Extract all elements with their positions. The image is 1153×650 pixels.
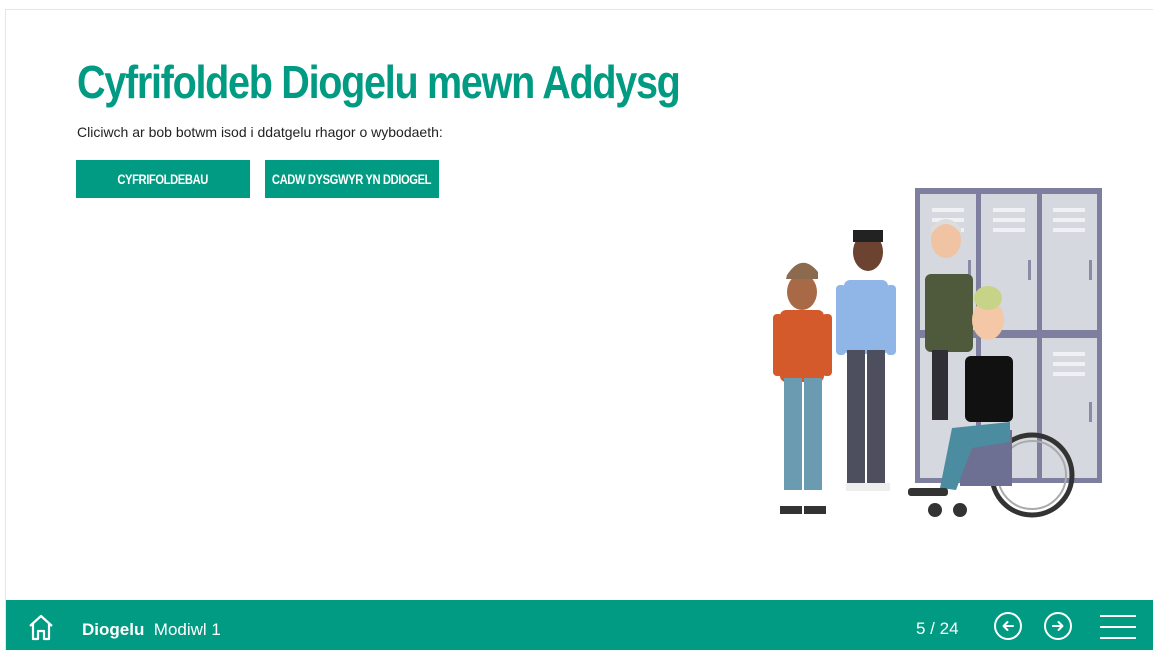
- person-orange-shirt: [773, 262, 832, 514]
- next-page-button[interactable]: [1044, 612, 1072, 640]
- previous-page-button[interactable]: [994, 612, 1022, 640]
- next-arrow-icon: [1052, 621, 1064, 631]
- keep-learners-safe-button-label: CADW DYSGWYR YN DDIOGEL: [272, 171, 432, 187]
- intro-text: Cliciwch ar bob botwm isod i ddatgelu rh…: [77, 124, 443, 140]
- page-indicator: 5 / 24: [916, 619, 959, 638]
- course-name: Diogelu Modiwl 1: [82, 620, 221, 640]
- keep-learners-safe-button[interactable]: CADW DYSGWYR YN DDIOGEL: [265, 160, 439, 198]
- footer-bar: Diogelu Modiwl 1 5 / 24: [6, 600, 1153, 650]
- menu-line: [1100, 637, 1136, 639]
- menu-icon[interactable]: [1100, 615, 1136, 639]
- prev-arrow-icon: [1002, 621, 1014, 631]
- menu-line: [1100, 615, 1136, 617]
- course-title: Diogelu: [82, 620, 145, 639]
- menu-line: [1100, 626, 1136, 628]
- person-blue-shirt: [836, 230, 896, 491]
- responsibilities-button-label: CYFRIFOLDEBAU: [117, 171, 209, 187]
- home-icon[interactable]: [26, 612, 56, 642]
- page-title: Cyfrifoldeb Diogelu mewn Addysg: [77, 56, 681, 108]
- responsibilities-button[interactable]: CYFRIFOLDEBAU: [76, 160, 250, 198]
- module-label: Modiwl 1: [153, 620, 221, 639]
- people-lockers-illustration: [773, 188, 1102, 518]
